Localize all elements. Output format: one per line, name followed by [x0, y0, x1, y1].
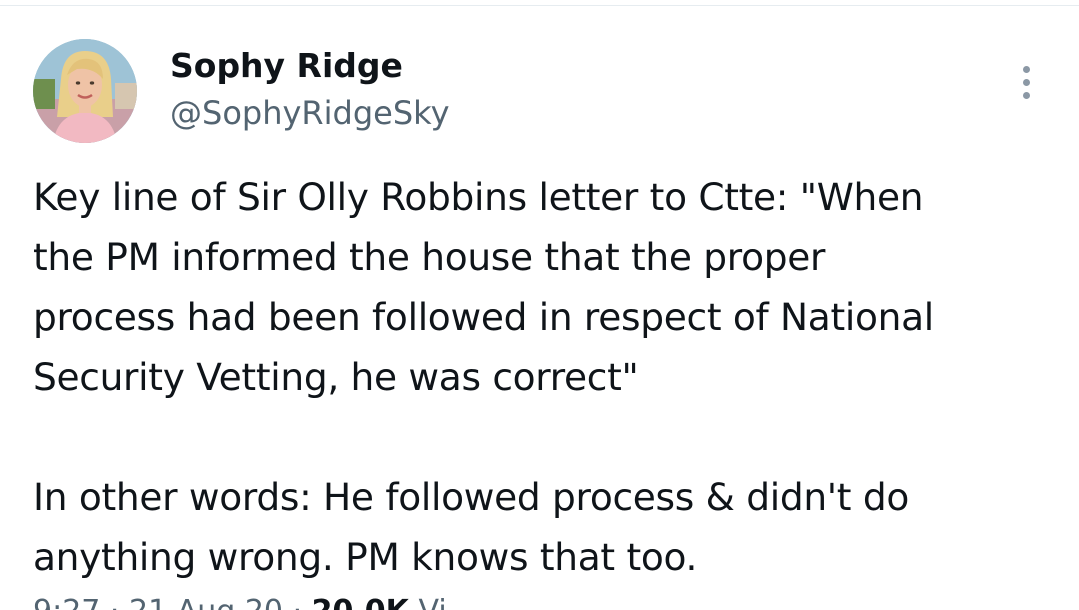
tweet-line: In other words: He followed process & di… — [33, 475, 909, 519]
tweet-meta: 9:27 · 21 Aug 20 · 20.0K Vi — [33, 594, 447, 610]
top-divider — [0, 5, 1079, 6]
avatar-photo — [33, 39, 137, 143]
tweet-line: Security Vetting, he was correct" — [33, 355, 639, 399]
tweet-line: Key line of Sir Olly Robbins letter to C… — [33, 175, 924, 219]
tweet-time[interactable]: 9:27 — [33, 594, 100, 610]
more-options-button[interactable] — [1012, 62, 1040, 102]
more-vertical-icon-dot-2 — [1022, 78, 1030, 86]
views-count: 20.0K — [312, 594, 409, 610]
tweet-text: Key line of Sir Olly Robbins letter to C… — [33, 167, 1063, 587]
tweet-line: the PM informed the house that the prope… — [33, 235, 826, 279]
more-vertical-icon — [1022, 65, 1030, 73]
avatar[interactable] — [33, 39, 137, 143]
views-label: Vi — [418, 594, 446, 610]
tweet-line: anything wrong. PM knows that too. — [33, 535, 698, 579]
author-display-name[interactable]: Sophy Ridge — [170, 46, 403, 86]
more-vertical-icon-dot-3 — [1022, 91, 1030, 99]
meta-separator-2: · — [293, 594, 303, 610]
tweet-date[interactable]: 21 Aug 20 — [129, 594, 283, 610]
tweet-line: process had been followed in respect of … — [33, 295, 934, 339]
meta-separator: · — [110, 594, 120, 610]
author-handle[interactable]: @SophyRidgeSky — [170, 93, 450, 133]
